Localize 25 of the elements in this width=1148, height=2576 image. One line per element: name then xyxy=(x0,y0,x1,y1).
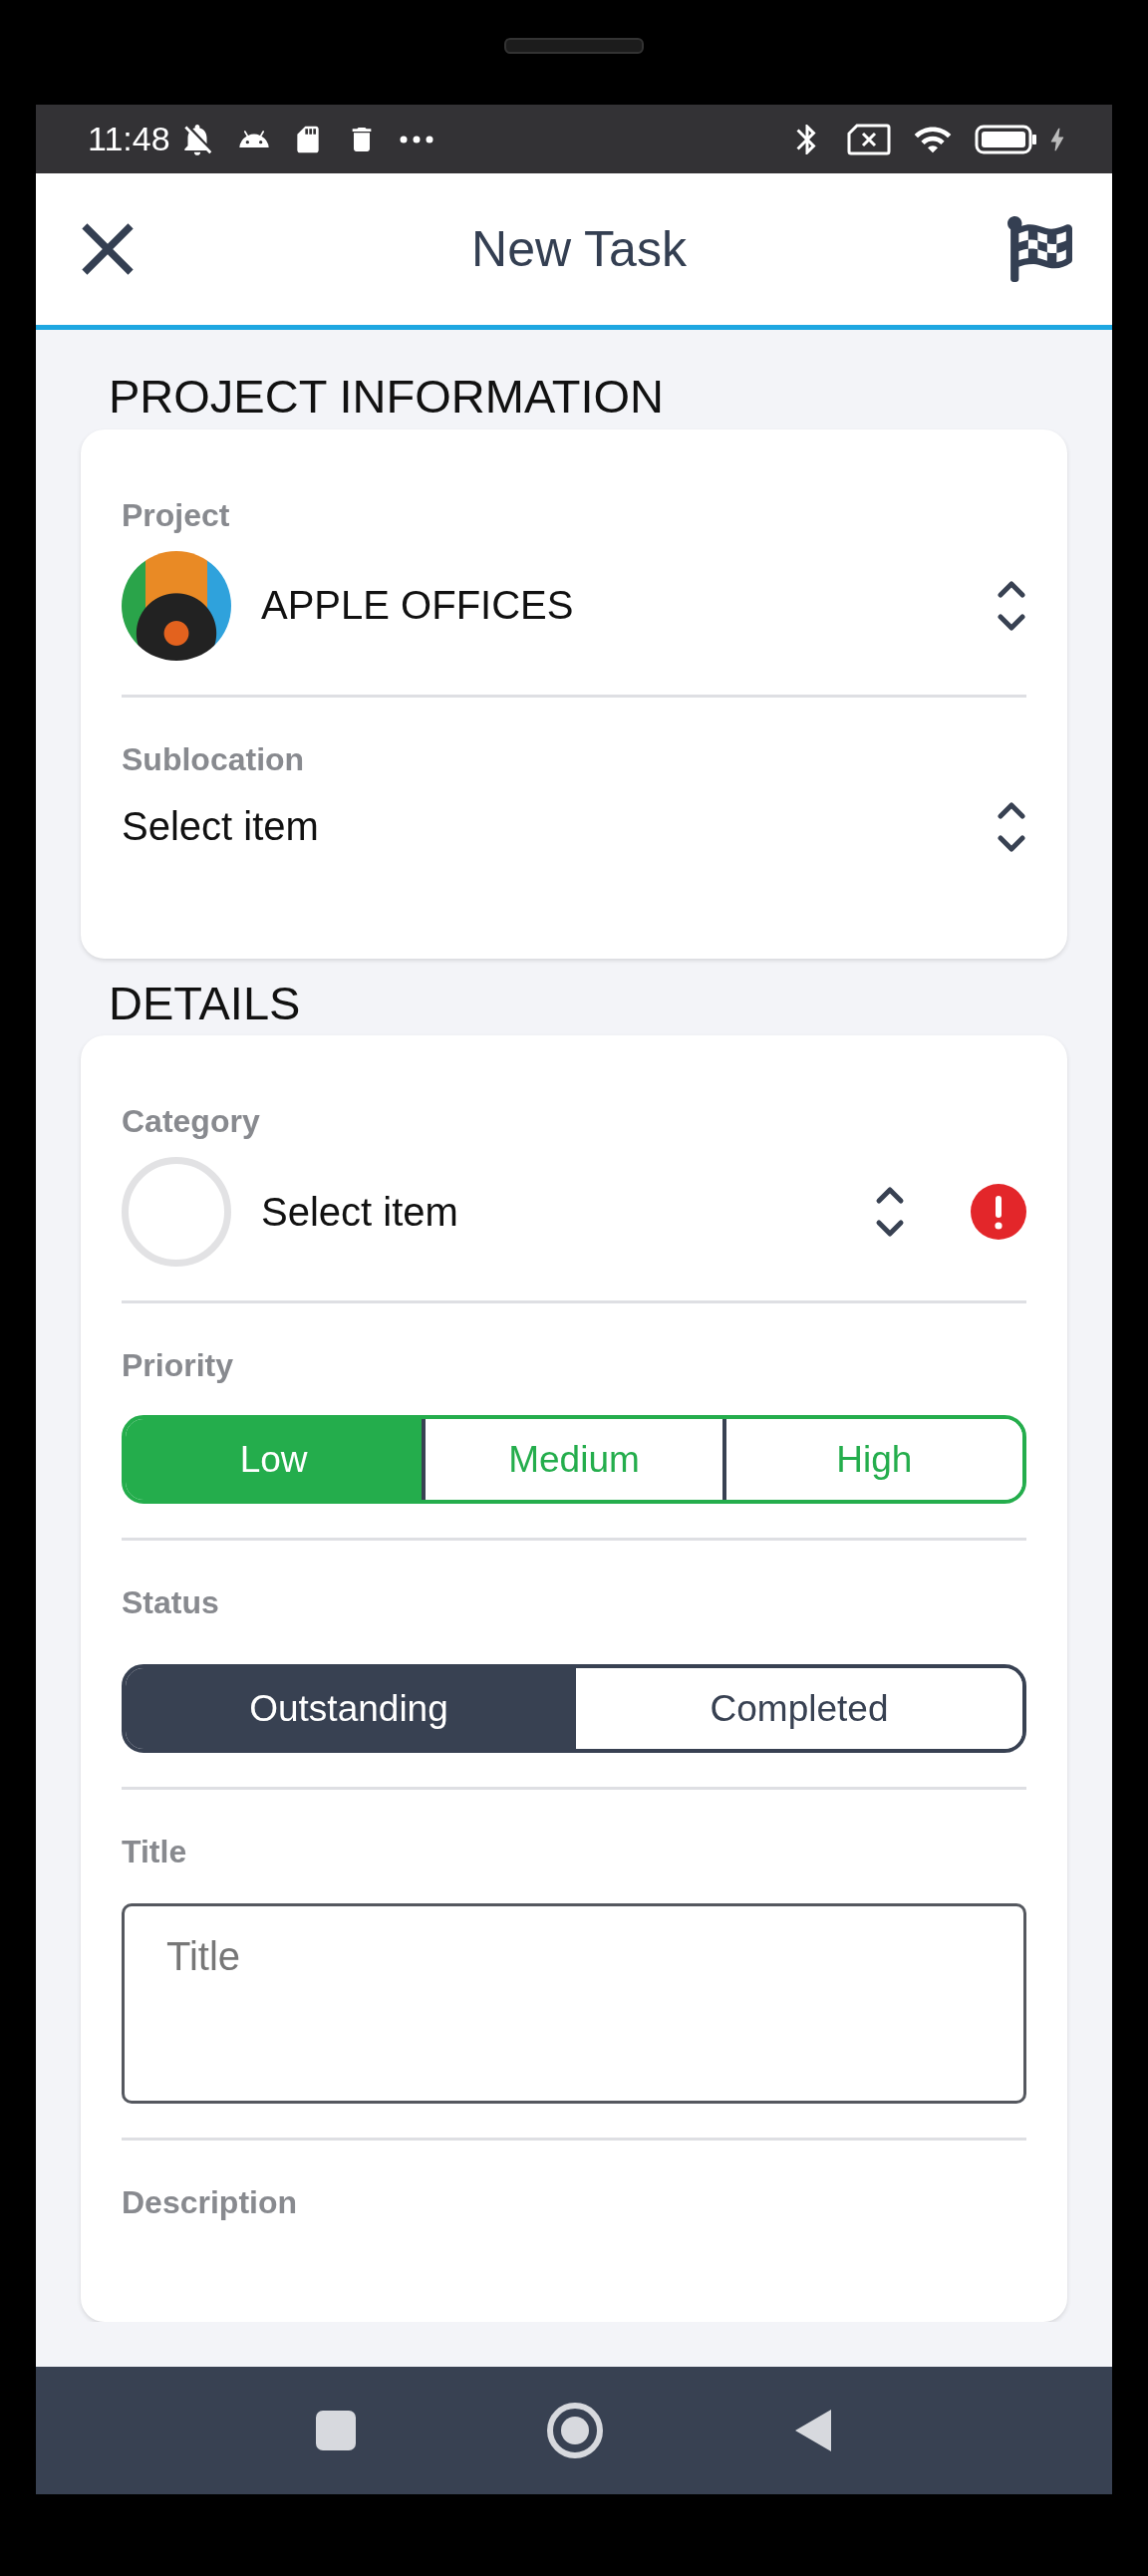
segment-option[interactable]: Outstanding xyxy=(126,1668,572,1749)
field-label: Description xyxy=(122,2184,299,2220)
select-value[interactable]: Select item xyxy=(122,804,967,850)
field-label: Project xyxy=(122,496,231,533)
no-sim-icon xyxy=(847,123,891,155)
home-nav-icon[interactable] xyxy=(546,2402,604,2459)
select-value[interactable]: APPLE OFFICES xyxy=(261,583,967,629)
empty-circle-icon xyxy=(122,1157,231,1267)
title-input-field[interactable]: Title xyxy=(122,1903,1026,2104)
select-value[interactable]: Select item xyxy=(261,1189,845,1235)
field-label: Status xyxy=(122,1584,220,1620)
segment-option[interactable]: Completed xyxy=(572,1668,1022,1749)
field-label: Sublocation xyxy=(122,740,306,777)
field-label: Category xyxy=(122,1103,261,1139)
field-label: Title xyxy=(122,1834,188,1869)
more-icon xyxy=(399,135,433,143)
field-label: Priority xyxy=(122,1347,235,1383)
status-time: 11:48 xyxy=(88,120,170,158)
checkered-flag-icon[interactable] xyxy=(1006,216,1072,282)
square-nav-icon[interactable] xyxy=(315,2410,357,2451)
screen-title: New Task xyxy=(471,220,687,278)
section-heading: PROJECT INFORMATION xyxy=(108,369,666,425)
battery-icon xyxy=(975,124,1038,154)
back-nav-icon[interactable] xyxy=(793,2408,833,2453)
section-heading: DETAILS xyxy=(108,975,302,1030)
